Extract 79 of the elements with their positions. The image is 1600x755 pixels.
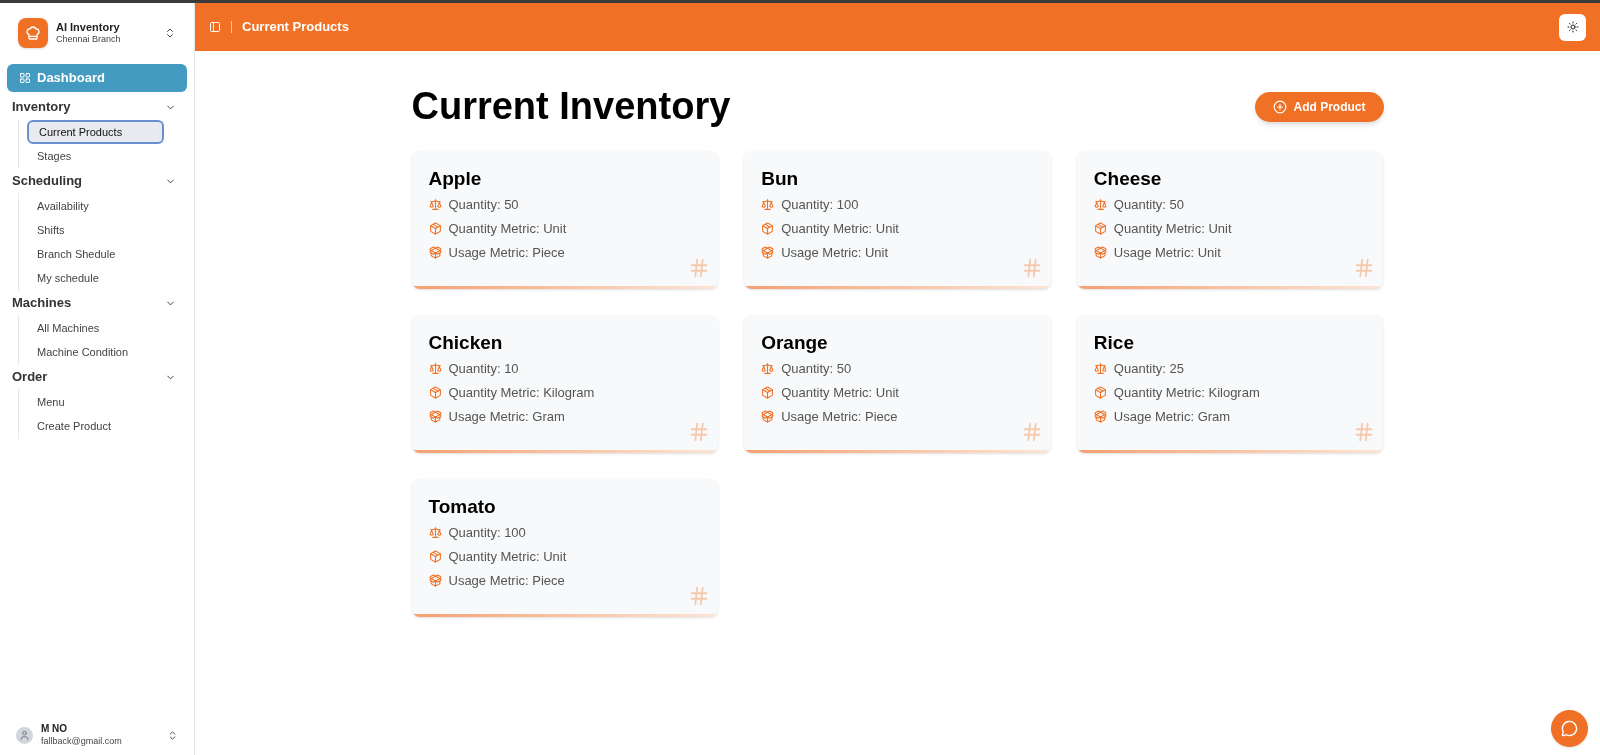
open-box-icon [761,246,775,260]
product-name: Orange [761,330,829,355]
nav-group[interactable]: Order [12,365,182,389]
user-name: M NO [41,723,69,736]
chef-hat-icon [25,25,41,41]
product-detail: Quantity Metric: Unit [1113,220,1232,238]
nav-item[interactable]: Branch Shedule [27,242,164,266]
breadcrumb: Current Products [242,18,349,37]
sun-icon [1566,21,1579,33]
theme-toggle-button[interactable] [1559,13,1586,41]
nav-item[interactable]: Current Products [27,120,164,144]
plus-icon [1272,99,1287,114]
chat-button[interactable] [1551,710,1588,747]
product-detail: Quantity: 50 [448,196,519,214]
product-detail: Usage Metric: Piece [448,572,565,590]
nav-group[interactable]: Inventory [12,95,182,119]
open-box-icon [428,246,442,260]
scale-icon [428,362,442,376]
open-box-icon [1093,246,1107,260]
scale-icon [761,198,775,212]
nav-item[interactable]: Create Product [27,414,164,438]
switcher-icon[interactable] [167,729,178,741]
box-icon [1093,386,1107,400]
product-detail: Usage Metric: Unit [1113,244,1221,262]
nav-group[interactable]: Machines [12,291,182,315]
scale-icon [761,362,775,376]
nav-group[interactable]: Scheduling [12,169,182,193]
nav-item[interactable]: Stages [27,144,164,168]
open-box-icon [1093,410,1107,424]
product-detail: Quantity Metric: Unit [448,548,567,566]
product-detail: Quantity Metric: Unit [781,220,899,238]
box-icon [428,222,442,236]
box-icon [761,222,775,236]
product-detail: Quantity: 100 [448,524,526,542]
scale-icon [1093,362,1107,376]
box-icon [428,386,442,400]
nav-item[interactable]: My schedule [27,266,164,290]
product-name: Apple [428,166,483,191]
nav-item[interactable]: Menu [27,390,164,414]
nav-item[interactable]: All Machines [27,316,164,340]
product-detail: Quantity: 10 [448,360,519,378]
product-name: Tomato [428,494,497,519]
product-detail: Quantity Metric: Unit [448,220,567,238]
product-detail: Quantity Metric: Unit [781,384,899,402]
chat-icon [1561,720,1578,737]
scale-icon [428,198,442,212]
open-box-icon [428,410,442,424]
scale-icon [428,526,442,540]
product-detail: Usage Metric: Unit [781,244,889,262]
box-icon [761,386,775,400]
product-name: Rice [1093,330,1135,355]
scale-icon [1093,198,1107,212]
branch-name: Chennai Branch [56,34,122,46]
product-detail: Quantity: 25 [1113,360,1184,378]
nav-item[interactable]: Availability [27,194,164,218]
nav-item[interactable]: Machine Condition [27,340,164,364]
product-detail: Usage Metric: Gram [448,408,565,426]
product-detail: Usage Metric: Gram [1113,408,1231,426]
page-title: Current Inventory [411,84,731,129]
nav-item[interactable]: Shifts [27,218,164,242]
product-detail: Quantity Metric: Kilogram [448,384,595,402]
product-detail: Usage Metric: Piece [448,244,565,262]
open-box-icon [428,574,442,588]
product-detail: Usage Metric: Piece [781,408,898,426]
product-detail: Quantity: 100 [781,196,859,214]
product-detail: Quantity: 50 [1113,196,1184,214]
product-name: Bun [761,166,800,191]
switcher-icon[interactable] [164,27,176,39]
box-icon [428,550,442,564]
product-name: Chicken [428,330,504,355]
user-email: fallback@gmail.com [41,735,123,747]
box-icon [1093,222,1107,236]
product-detail: Quantity: 50 [781,360,852,378]
open-box-icon [761,410,775,424]
product-detail: Quantity Metric: Kilogram [1113,384,1260,402]
app-name: AI Inventory [56,20,121,35]
product-name: Cheese [1093,166,1163,191]
sidebar-toggle-icon[interactable] [209,21,221,33]
grid-icon [19,72,31,84]
